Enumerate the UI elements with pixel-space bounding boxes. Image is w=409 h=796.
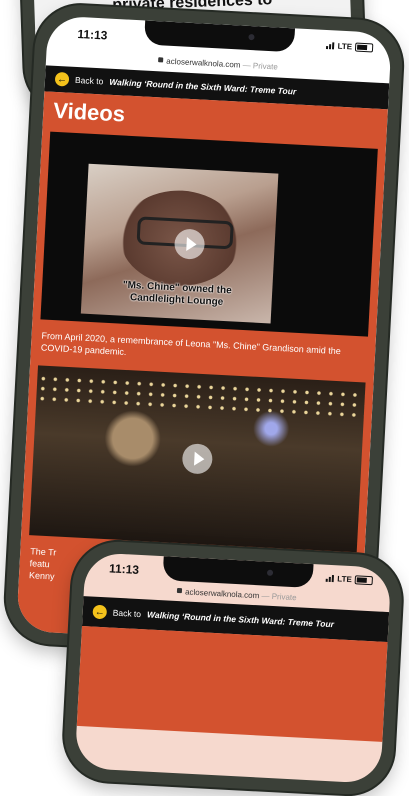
video-1-description: From April 2020, a remembrance of Leona … <box>40 330 341 357</box>
battery-icon <box>354 575 373 586</box>
lock-icon <box>177 587 183 594</box>
private-label: Private <box>252 61 279 72</box>
status-time: 11:13 <box>77 26 108 43</box>
back-tour-title: Walking ‘Round in the Sixth Ward: Treme … <box>146 609 335 630</box>
bottom-phone-screen: 11:13 LTE acloserwalknola.com — Private … <box>74 552 392 784</box>
status-indicators: LTE <box>326 574 373 586</box>
back-prefix: Back to <box>74 74 104 87</box>
play-icon[interactable] <box>181 443 214 475</box>
page-content <box>76 626 388 742</box>
private-label: Private <box>271 591 297 603</box>
url-domain: acloserwalknola.com <box>166 56 241 70</box>
back-tour-title: Walking ‘Round in the Sixth Ward: Treme … <box>109 76 297 97</box>
string-lights-image <box>36 373 366 421</box>
camera-icon <box>248 33 255 41</box>
lock-icon <box>158 57 164 63</box>
back-prefix: Back to <box>112 607 142 620</box>
video-player-1[interactable]: "Ms. Chine" owned the Candlelight Lounge <box>40 131 378 337</box>
status-indicators: LTE <box>326 41 374 53</box>
status-time: 11:13 <box>108 561 140 577</box>
video-player-2[interactable] <box>29 365 366 553</box>
camera-icon <box>266 569 274 576</box>
battery-icon <box>354 42 374 53</box>
signal-icon <box>326 42 335 50</box>
url-domain: acloserwalknola.com <box>184 587 260 601</box>
network-label: LTE <box>337 574 353 585</box>
network-label: LTE <box>337 41 353 52</box>
bottom-phone: 11:13 LTE acloserwalknola.com — Private … <box>61 539 405 796</box>
signal-icon <box>326 575 335 583</box>
back-arrow-icon: ← <box>54 71 70 87</box>
back-arrow-icon: ← <box>92 604 108 620</box>
video-1-caption: "Ms. Chine" owned the Candlelight Lounge <box>81 278 272 312</box>
